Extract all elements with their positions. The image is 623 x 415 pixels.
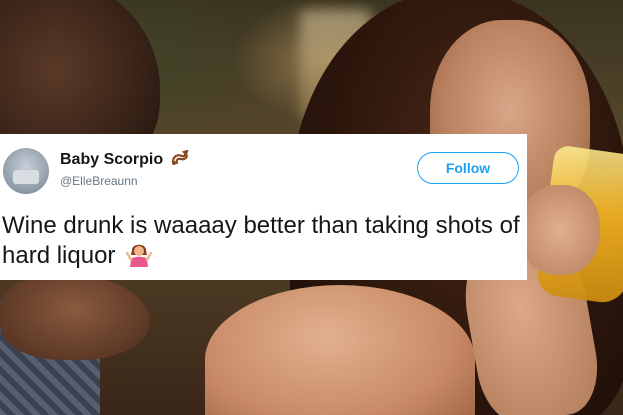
display-name[interactable]: Baby Scorpio xyxy=(60,151,163,169)
tweet-card: Baby Scorpio @ElleBreaunn Follow Wine dr… xyxy=(0,134,527,280)
follow-button[interactable]: Follow xyxy=(417,152,519,184)
woman-hand xyxy=(520,185,600,275)
tweet-text: Wine drunk is waaaay better than taking … xyxy=(2,211,522,271)
tweet-author: Baby Scorpio xyxy=(60,149,190,170)
person-shrugging-icon xyxy=(125,241,153,267)
scorpion-icon xyxy=(170,149,190,170)
avatar-image xyxy=(13,170,39,184)
user-handle[interactable]: @ElleBreaunn xyxy=(60,174,138,188)
tweet-body: Wine drunk is waaaay better than taking … xyxy=(2,212,520,269)
man-hand xyxy=(0,275,150,360)
avatar[interactable] xyxy=(3,148,49,194)
